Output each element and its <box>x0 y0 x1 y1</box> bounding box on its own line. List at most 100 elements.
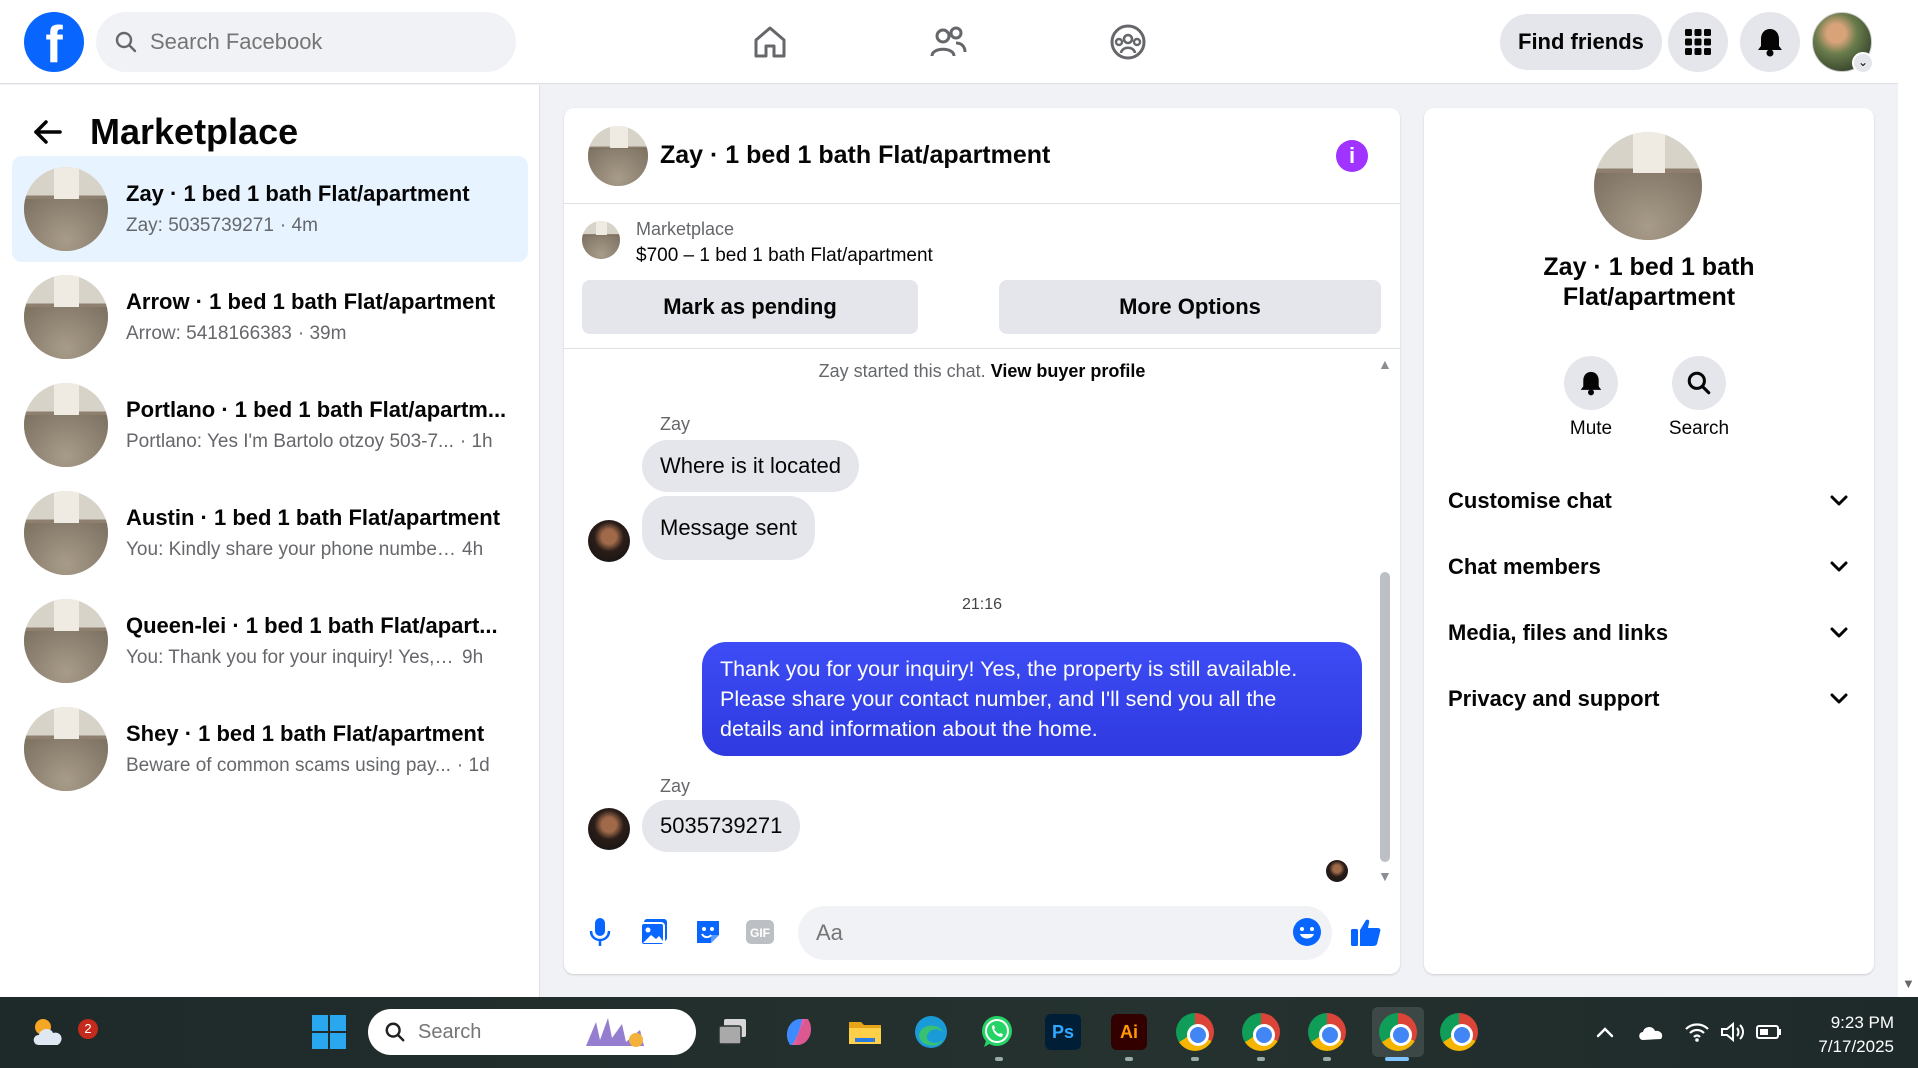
groups-icon <box>1110 24 1146 60</box>
photoshop-app[interactable]: Ps <box>1042 1011 1084 1053</box>
facebook-logo[interactable]: f <box>24 12 84 72</box>
clock-time: 9:23 PM <box>1830 1013 1894 1032</box>
incoming-message[interactable]: 5035739271 <box>642 800 801 852</box>
search-conversation-button[interactable] <box>1672 356 1726 410</box>
sender-label: Zay <box>660 414 691 434</box>
gif-icon: GIF <box>746 920 774 944</box>
conversation-item[interactable]: Queen-lei · 1 bed 1 bath Flat/apart... Y… <box>12 588 528 694</box>
clock-date: 7/17/2025 <box>1818 1037 1894 1056</box>
outgoing-message[interactable]: Thank you for your inquiry! Yes, the pro… <box>702 642 1362 756</box>
system-clock[interactable]: 9:23 PM 7/17/2025 <box>1798 1011 1894 1059</box>
listing-large-avatar[interactable] <box>1594 132 1702 240</box>
mute-button[interactable] <box>1564 356 1618 410</box>
chrome-profile-4-active[interactable] <box>1372 1007 1424 1057</box>
chat-listing-avatar[interactable] <box>588 125 648 186</box>
chevron-down-icon <box>1830 627 1848 638</box>
task-view-button[interactable] <box>712 1011 754 1053</box>
copilot-app[interactable] <box>778 1011 820 1053</box>
search-label: Search <box>1668 418 1730 439</box>
friends-icon <box>930 26 967 57</box>
friends-nav-button[interactable] <box>922 16 974 68</box>
gif-button[interactable]: GIF <box>744 916 776 948</box>
incoming-message[interactable]: Message sent <box>642 496 815 560</box>
conversation-item[interactable]: Shey · 1 bed 1 bath Flat/apartment Bewar… <box>12 696 528 802</box>
customise-chat-section[interactable]: Customise chat <box>1448 476 1848 526</box>
page-scrollbar[interactable]: ▼ <box>1898 0 1918 997</box>
battery-button[interactable] <box>1748 1011 1790 1053</box>
show-hidden-icons-button[interactable] <box>1584 1011 1626 1053</box>
sender-avatar[interactable] <box>588 808 630 850</box>
file-explorer-app[interactable] <box>844 1011 886 1053</box>
search-icon <box>115 31 137 53</box>
back-arrow-icon[interactable] <box>32 116 64 148</box>
conversation-item[interactable]: Portlano · 1 bed 1 bath Flat/apartm... P… <box>12 372 528 478</box>
notifications-button[interactable] <box>1740 12 1800 72</box>
edge-icon <box>915 1016 947 1048</box>
conversation-item[interactable]: Austin · 1 bed 1 bath Flat/apartment You… <box>12 480 528 586</box>
view-buyer-profile-link[interactable]: View buyer profile <box>991 361 1146 381</box>
onedrive-button[interactable] <box>1630 1011 1672 1053</box>
listing-thumbnail <box>24 383 108 467</box>
info-title: Zay · 1 bed 1 bath Flat/apartment <box>1543 253 1755 311</box>
microphone-button[interactable] <box>584 916 616 948</box>
conversation-item[interactable]: Zay · 1 bed 1 bath Flat/apartment Zay: 5… <box>12 156 528 262</box>
search-icon <box>1687 371 1711 395</box>
weather-widget[interactable]: 2 <box>28 1011 98 1053</box>
sender-avatar[interactable] <box>588 520 630 562</box>
chat-scrollbar-thumb[interactable] <box>1380 572 1390 862</box>
sticker-button[interactable] <box>692 916 724 948</box>
sticker-icon <box>697 921 719 943</box>
conversation-snippet: Zay: 5035739271 <box>126 215 274 236</box>
message-timestamp: 21:16 <box>961 596 1003 613</box>
facebook-search-box[interactable] <box>96 12 516 72</box>
photo-icon <box>640 919 667 946</box>
privacy-support-section[interactable]: Privacy and support <box>1448 674 1848 724</box>
folder-icon <box>849 1022 881 1044</box>
scroll-down-arrow-icon[interactable]: ▼ <box>1378 868 1392 884</box>
home-nav-button[interactable] <box>744 16 796 68</box>
emoji-button[interactable] <box>1291 916 1323 948</box>
conversation-item[interactable]: Arrow · 1 bed 1 bath Flat/apartment Arro… <box>12 264 528 370</box>
scroll-down-arrow-icon[interactable]: ▼ <box>1902 976 1915 991</box>
active-indicator <box>1385 1057 1409 1061</box>
read-receipt-avatar <box>1326 860 1348 882</box>
chrome-profile-2[interactable] <box>1240 1011 1282 1053</box>
facebook-search-input[interactable] <box>150 29 450 55</box>
illustrator-app[interactable]: Ai <box>1108 1011 1150 1053</box>
info-icon[interactable]: i <box>1336 140 1368 172</box>
find-friends-button[interactable]: Find friends <box>1500 14 1662 70</box>
message-input[interactable] <box>798 906 1332 960</box>
scroll-up-arrow-icon[interactable]: ▲ <box>1378 356 1392 372</box>
bell-icon <box>1758 29 1782 57</box>
listing-thumbnail[interactable] <box>582 221 620 259</box>
edge-app[interactable] <box>910 1011 952 1053</box>
page-title: Marketplace <box>90 111 299 152</box>
like-button[interactable] <box>1350 916 1382 948</box>
listing-price[interactable]: $700 – 1 bed 1 bath Flat/apartment <box>636 245 933 267</box>
chrome-profile-5[interactable] <box>1438 1011 1480 1053</box>
taskbar-search-input[interactable] <box>418 1020 568 1044</box>
bell-icon <box>1580 371 1602 396</box>
grid-menu-icon <box>1685 29 1711 55</box>
chevron-down-icon[interactable]: ⌄ <box>1852 52 1874 74</box>
incoming-message[interactable]: Where is it located <box>642 440 859 492</box>
groups-nav-button[interactable] <box>1102 16 1154 68</box>
sender-label: Zay <box>660 776 691 796</box>
mark-as-pending-button[interactable]: Mark as pending <box>582 280 918 334</box>
chrome-profile-3[interactable] <box>1306 1011 1348 1053</box>
start-button[interactable] <box>308 1011 350 1053</box>
chat-title[interactable]: Zay · 1 bed 1 bath Flat/apartment <box>660 141 1050 170</box>
taskbar-search-box[interactable] <box>368 1009 696 1055</box>
more-options-button[interactable]: More Options <box>999 280 1381 334</box>
conversation-snippet: You: Thank you for your inquiry! Yes, t.… <box>126 647 456 668</box>
attach-photo-button[interactable] <box>638 916 670 948</box>
chrome-profile-1[interactable] <box>1174 1011 1216 1053</box>
svg-text:GIF: GIF <box>750 926 770 940</box>
chat-members-section[interactable]: Chat members <box>1448 542 1848 592</box>
photoshop-icon: Ps <box>1045 1014 1081 1050</box>
menu-button[interactable] <box>1668 12 1728 72</box>
media-files-links-section[interactable]: Media, files and links <box>1448 608 1848 658</box>
whatsapp-app[interactable] <box>976 1011 1018 1053</box>
section-label: Chat members <box>1448 554 1601 579</box>
section-label: Media, files and links <box>1448 620 1669 645</box>
